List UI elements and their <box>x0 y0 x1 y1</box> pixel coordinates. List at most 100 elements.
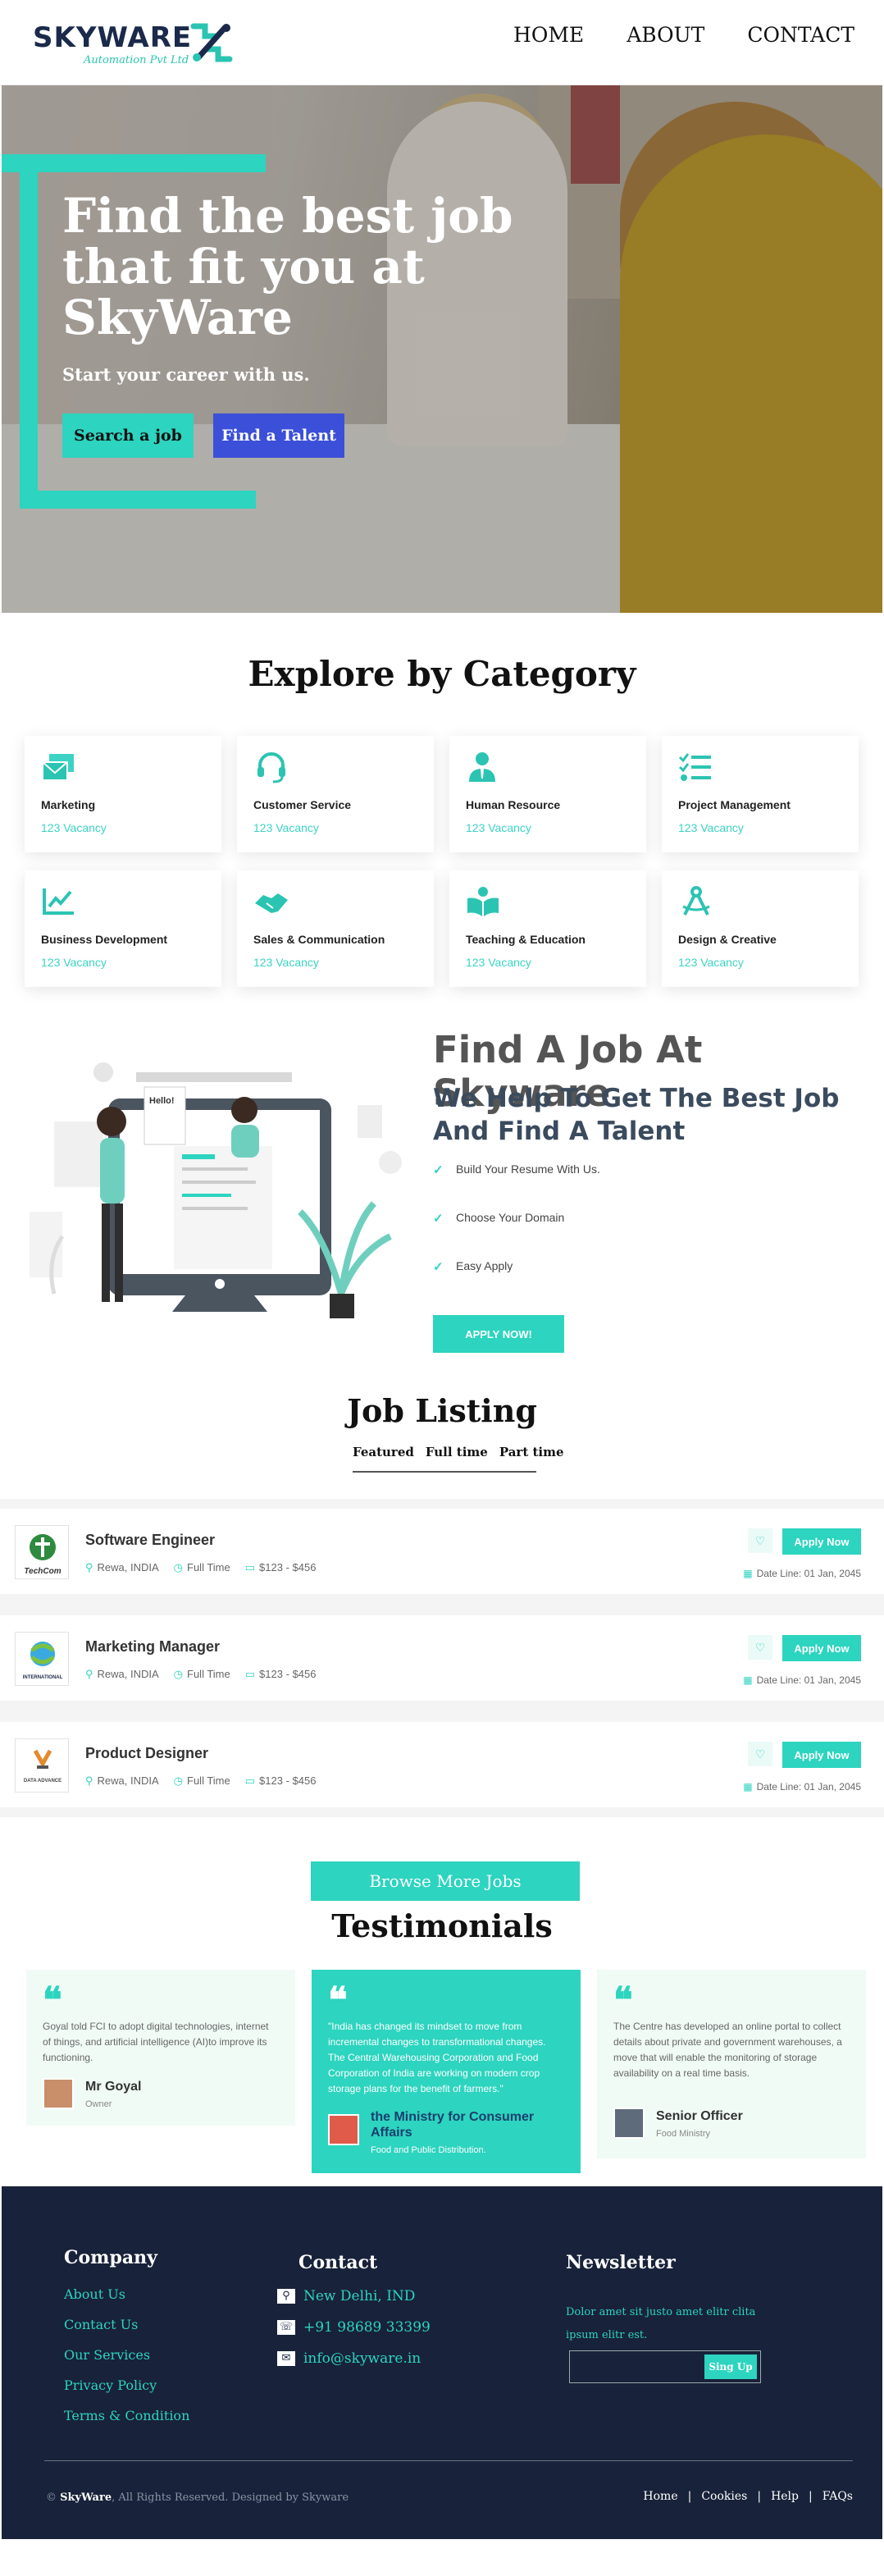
newsletter-form: Sing Up <box>569 2350 761 2383</box>
category-card-project-management[interactable]: Project Management 123 Vacancy <box>662 736 859 852</box>
footer-faqs-link[interactable]: FAQs <box>822 2490 853 2503</box>
category-card-marketing[interactable]: Marketing 123 Vacancy <box>25 736 221 852</box>
job-title[interactable]: Product Designer <box>85 1745 208 1762</box>
money-icon: ▭ <box>244 1561 256 1573</box>
category-card-sales-communication[interactable]: Sales & Communication 123 Vacancy <box>237 870 434 987</box>
company-logo: INTERNATIONAL <box>15 1632 69 1686</box>
category-name: Marketing <box>41 798 96 811</box>
job-search-illustration: Hello! <box>30 1062 402 1318</box>
hero-accent-frame <box>2 154 266 172</box>
footer-about-link[interactable]: About Us <box>64 2286 125 2302</box>
clock-icon: ◷ <box>173 1774 184 1787</box>
browse-more-wrap: Browse More Jobs <box>0 1817 884 1907</box>
envelope-icon: ✉ <box>277 2351 295 2366</box>
tasks-icon <box>678 753 711 781</box>
user-tie-icon <box>469 752 495 782</box>
category-grid: Marketing 123 Vacancy Customer Service 1… <box>25 736 859 987</box>
benefit-item: ✓ Easy Apply <box>433 1259 600 1308</box>
tab-part-time[interactable]: Part time <box>499 1445 564 1459</box>
apply-now-button[interactable]: Apply Now <box>782 1742 861 1768</box>
apply-now-button[interactable]: APPLY NOW! <box>433 1315 564 1353</box>
job-location: ⚲ Rewa, INDIA <box>85 1668 159 1680</box>
footer-contact-title: Contact <box>298 2252 378 2273</box>
footer-phone[interactable]: ☏ +91 98689 33399 <box>277 2319 431 2336</box>
category-vacancy: 123 Vacancy <box>253 956 319 969</box>
category-card-business-development[interactable]: Business Development 123 Vacancy <box>25 870 221 987</box>
skyware-logo[interactable]: SKYWARE Automation Pvt Ltd <box>33 21 238 67</box>
main-menu: HOME ABOUT CONTACT <box>513 23 854 47</box>
logo-text: INTERNATIONAL <box>23 1675 63 1680</box>
job-meta: ⚲ Rewa, INDIA ◷ Full Time ▭ $123 - $456 <box>85 1774 316 1788</box>
data-advance-logo-icon: DATA ADVANCE <box>24 1749 62 1784</box>
footer-privacy-link[interactable]: Privacy Policy <box>64 2377 157 2393</box>
check-icon: ✓ <box>433 1260 444 1274</box>
sign-up-button[interactable]: Sing Up <box>704 2354 757 2379</box>
category-vacancy: 123 Vacancy <box>466 821 531 834</box>
category-card-customer-service[interactable]: Customer Service 123 Vacancy <box>237 736 434 852</box>
company-logo: TechCom <box>15 1525 69 1579</box>
job-location: ⚲ Rewa, INDIA <box>85 1561 159 1573</box>
testimonial-name: Mr Goyal <box>85 2080 142 2094</box>
calendar-icon: ▦ <box>743 1674 753 1686</box>
heart-icon[interactable]: ♡ <box>748 1635 772 1660</box>
footer-services-link[interactable]: Our Services <box>64 2347 150 2363</box>
mail-icon <box>42 754 74 781</box>
job-type: ◷ Full Time <box>173 1774 230 1787</box>
hero-banner: Find the best job that fit you at SkyWar… <box>2 85 882 613</box>
testimonials-section: Testimonials ❝ Goyal told FCI to adopt d… <box>0 1907 884 2186</box>
category-name: Teaching & Education <box>466 933 586 946</box>
category-name: Human Resource <box>466 798 561 811</box>
nav-about-link[interactable]: ABOUT <box>627 23 704 47</box>
category-card-human-resource[interactable]: Human Resource 123 Vacancy <box>449 736 646 852</box>
tab-featured[interactable]: Featured <box>353 1445 414 1459</box>
footer-cookies-link[interactable]: Cookies <box>701 2490 747 2503</box>
footer-contact-link[interactable]: Contact Us <box>64 2317 138 2332</box>
apply-now-button[interactable]: Apply Now <box>782 1635 861 1661</box>
testimonial-name: Senior Officer <box>656 2109 743 2123</box>
category-vacancy: 123 Vacancy <box>253 821 319 834</box>
job-title[interactable]: Software Engineer <box>85 1532 215 1549</box>
category-card-teaching-education[interactable]: Teaching & Education 123 Vacancy <box>449 870 646 987</box>
check-icon: ✓ <box>433 1212 444 1226</box>
map-pin-icon: ⚲ <box>85 1774 93 1787</box>
footer-terms-link[interactable]: Terms & Condition <box>64 2408 189 2423</box>
benefit-text: Choose Your Domain <box>456 1211 565 1224</box>
nav-home-link[interactable]: HOME <box>513 23 584 47</box>
category-vacancy: 123 Vacancy <box>678 821 744 834</box>
nav-contact-link[interactable]: CONTACT <box>747 23 854 47</box>
category-name: Sales & Communication <box>253 933 385 946</box>
job-listing-title: Job Listing <box>347 1392 537 1429</box>
job-location: ⚲ Rewa, INDIA <box>85 1774 159 1787</box>
testimonial-card: ❝ The Centre has developed an online por… <box>597 1970 866 2158</box>
testimonials-title: Testimonials <box>331 1907 553 1944</box>
job-title[interactable]: Marketing Manager <box>85 1638 220 1656</box>
benefit-item: ✓ Build Your Resume With Us. <box>433 1162 600 1211</box>
logo-tagline: Automation Pvt Ltd <box>84 54 189 66</box>
job-salary: ▭ $123 - $456 <box>244 1774 317 1787</box>
footer-home-link[interactable]: Home <box>643 2490 677 2503</box>
footer-help-link[interactable]: Help <box>771 2490 799 2503</box>
logo-mark-icon <box>190 23 233 62</box>
quote-icon: ❝ <box>43 1980 62 2021</box>
heart-icon[interactable]: ♡ <box>748 1528 772 1553</box>
avatar <box>43 2078 74 2109</box>
newsletter-email-input[interactable] <box>573 2354 696 2379</box>
job-card[interactable]: INTERNATIONAL Marketing Manager ⚲ Rewa, I… <box>0 1615 884 1701</box>
testimonial-card: ❝ Goyal told FCI to adopt digital techno… <box>26 1970 295 2126</box>
job-listing-section: Job Listing Featured Full time Part time… <box>0 1392 884 1907</box>
category-card-design-creative[interactable]: Design & Creative 123 Vacancy <box>662 870 859 987</box>
job-type: ◷ Full Time <box>173 1561 230 1573</box>
category-section: Explore by Category Marketing 123 Vacanc… <box>0 613 884 998</box>
job-card[interactable]: TechCom Software Engineer ⚲ Rewa, INDIA ◷… <box>0 1509 884 1594</box>
logo-text: DATA ADVANCE <box>24 1779 62 1784</box>
heart-icon[interactable]: ♡ <box>748 1742 772 1766</box>
job-card[interactable]: DATA ADVANCE Product Designer ⚲ Rewa, IND… <box>0 1722 884 1807</box>
hero-title: Find the best job that fit you at SkyWar… <box>62 188 513 345</box>
footer-email[interactable]: ✉ info@skyware.in <box>277 2350 421 2367</box>
tab-full-time[interactable]: Full time <box>426 1445 488 1459</box>
apply-now-button[interactable]: Apply Now <box>782 1528 861 1555</box>
find-talent-button[interactable]: Find a Talent <box>213 413 344 458</box>
map-pin-icon: ⚲ <box>85 1668 93 1680</box>
browse-more-jobs-button[interactable]: Browse More Jobs <box>311 1861 580 1901</box>
search-job-button[interactable]: Search a job <box>62 413 194 458</box>
